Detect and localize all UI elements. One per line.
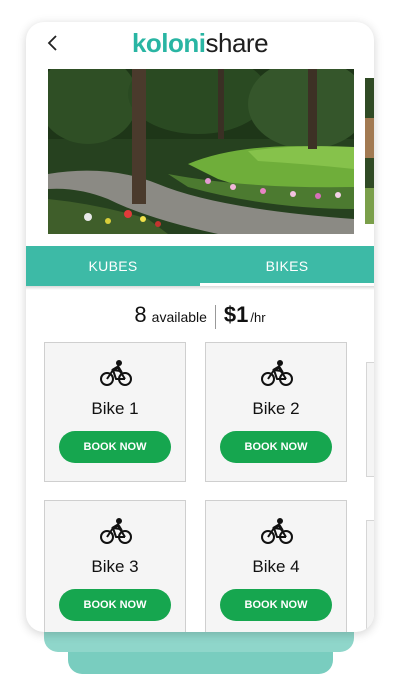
bike-name: Bike 2 [252,399,300,418]
phone-screen: kolonishare KUBES BIKES 8 available $1 /… [26,22,374,632]
category-tabs: KUBES BIKES [26,246,374,286]
bike-icon [100,518,132,544]
bike-card-peek [366,520,374,632]
bike-name: Bike 4 [252,557,300,576]
bike-card-peek [366,362,374,477]
next-photo-peek [365,78,374,224]
book-now-button[interactable]: BOOK NOW [220,431,332,463]
bike-name: Bike 1 [91,399,139,418]
bike-icon [261,360,293,386]
logo-share: share [205,28,269,58]
garden-photo [48,69,354,234]
available-count: 8 [134,302,147,327]
book-now-button[interactable]: BOOK NOW [220,589,332,621]
bike-icon [261,518,293,544]
bike-card: Bike 3 BOOK NOW [44,500,186,632]
bike-name: Bike 3 [91,557,139,576]
divider [214,305,216,329]
bike-card: Bike 1 BOOK NOW [44,342,186,482]
bike-icon [100,360,132,386]
available-label: available [151,309,207,325]
availability-bar: 8 available $1 /hr [26,302,374,332]
app-stage: kolonishare KUBES BIKES 8 available $1 /… [0,0,400,700]
tab-shadow [26,286,374,290]
price: $1 [223,302,249,327]
app-logo: kolonishare [26,28,374,58]
bike-card: Bike 4 BOOK NOW [205,500,347,632]
bike-card: Bike 2 BOOK NOW [205,342,347,482]
app-header: kolonishare [26,22,374,66]
price-unit: /hr [250,310,266,325]
logo-koloni: koloni [131,28,206,58]
tab-kubes[interactable]: KUBES [26,246,200,286]
book-now-button[interactable]: BOOK NOW [59,589,171,621]
book-now-button[interactable]: BOOK NOW [59,431,171,463]
tab-bikes[interactable]: BIKES [200,246,374,286]
